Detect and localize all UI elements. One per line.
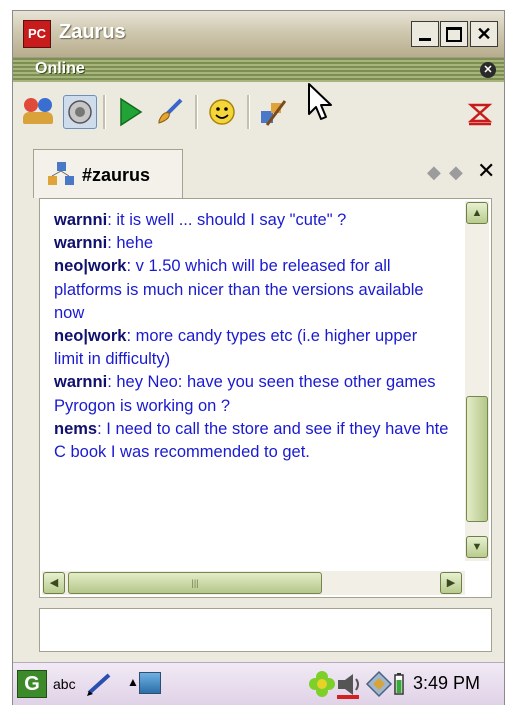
message-nick[interactable]: neo|work bbox=[54, 257, 126, 275]
horizontal-scrollbar[interactable]: ◀ ||| ▶ bbox=[42, 571, 465, 595]
status-bar: Online ✕ bbox=[13, 58, 504, 82]
message-list: warnni: it is well ... should I say "cut… bbox=[54, 209, 450, 464]
tab-label: #zaurus bbox=[82, 165, 151, 185]
message-nick[interactable]: warnni bbox=[54, 234, 107, 252]
close-icon: ✕ bbox=[476, 24, 492, 44]
device-frame: PC Zaurus ✕ Online ✕ #zaurus ◆ ◆ ✕ warnn… bbox=[12, 10, 505, 705]
chat-message: neo|work: more candy types etc (i.e high… bbox=[54, 325, 450, 371]
smiley-icon[interactable] bbox=[205, 95, 239, 129]
tab-next-icon[interactable]: ◆ bbox=[449, 162, 463, 183]
message-text: : it is well ... should I say "cute" ? bbox=[107, 211, 347, 229]
message-nick[interactable]: warnni bbox=[54, 373, 107, 391]
vertical-scroll-thumb[interactable] bbox=[466, 396, 488, 522]
toolbar-separator bbox=[195, 95, 198, 129]
minimize-button[interactable] bbox=[411, 21, 439, 47]
users-icon[interactable] bbox=[23, 95, 57, 129]
channel-icon bbox=[48, 162, 74, 185]
chat-message: warnni: hehe bbox=[54, 232, 450, 255]
tab-prev-icon[interactable]: ◆ bbox=[427, 162, 441, 183]
chat-view[interactable]: warnni: it is well ... should I say "cut… bbox=[39, 198, 492, 598]
window-title: Zaurus bbox=[59, 21, 126, 43]
title-bar: PC Zaurus ✕ bbox=[13, 11, 504, 58]
message-text: : hehe bbox=[107, 234, 154, 253]
taskbar: G abc ▲ 3:49 PM bbox=[13, 662, 504, 705]
clock[interactable]: 3:49 PM bbox=[413, 673, 480, 694]
message-nick[interactable]: neo|work bbox=[54, 327, 126, 345]
chat-message: neo|work: v 1.50 which will be released … bbox=[54, 255, 450, 325]
close-button[interactable]: ✕ bbox=[470, 21, 498, 47]
message-text: : I need to call the store and see if th… bbox=[54, 419, 449, 462]
scroll-left-button[interactable]: ◀ bbox=[43, 572, 65, 594]
speaker-icon[interactable] bbox=[63, 95, 97, 129]
maximize-button[interactable] bbox=[440, 21, 468, 47]
pen-icon[interactable] bbox=[85, 671, 115, 697]
chat-message: warnni: it is well ... should I say "cut… bbox=[54, 209, 450, 232]
minimize-icon bbox=[419, 38, 431, 41]
volume-icon[interactable] bbox=[335, 670, 365, 700]
status-close-button[interactable]: ✕ bbox=[480, 62, 496, 78]
toolbar bbox=[13, 83, 504, 141]
input-menu-arrow-icon[interactable]: ▲ bbox=[127, 675, 139, 689]
chat-message: nems: I need to call the store and see i… bbox=[54, 418, 450, 464]
message-nick[interactable]: nems bbox=[54, 420, 97, 438]
flower-icon[interactable] bbox=[307, 669, 337, 699]
toolbar-separator bbox=[103, 95, 106, 129]
brush-icon[interactable] bbox=[153, 95, 187, 129]
horizontal-scroll-thumb[interactable]: ||| bbox=[68, 572, 322, 594]
disconnect-icon[interactable] bbox=[463, 95, 497, 129]
message-text: : hey Neo: have you seen these other gam… bbox=[54, 373, 436, 415]
network-icon[interactable] bbox=[257, 95, 291, 129]
status-label: Online bbox=[35, 60, 85, 77]
tab-bar: #zaurus ◆ ◆ ✕ bbox=[13, 146, 504, 198]
chat-message: warnni: hey Neo: have you seen these oth… bbox=[54, 371, 450, 417]
message-input[interactable] bbox=[39, 608, 492, 652]
app-icon: PC bbox=[23, 20, 51, 48]
battery-icon[interactable] bbox=[393, 672, 405, 696]
tab-zaurus[interactable]: #zaurus bbox=[33, 149, 183, 198]
input-method-label[interactable]: abc bbox=[53, 676, 76, 692]
app-switcher-icon[interactable] bbox=[139, 672, 161, 694]
maximize-icon bbox=[446, 27, 462, 42]
scroll-right-button[interactable]: ▶ bbox=[440, 572, 462, 594]
scroll-down-button[interactable]: ▼ bbox=[466, 536, 488, 558]
tab-close-icon[interactable]: ✕ bbox=[477, 158, 495, 184]
vertical-scrollbar[interactable]: ▲ ▼ bbox=[465, 201, 489, 561]
start-button[interactable]: G bbox=[17, 670, 47, 698]
message-nick[interactable]: warnni bbox=[54, 211, 107, 229]
network-status-icon[interactable] bbox=[365, 670, 393, 698]
play-icon[interactable] bbox=[113, 95, 147, 129]
toolbar-separator bbox=[247, 95, 250, 129]
scroll-up-button[interactable]: ▲ bbox=[466, 202, 488, 224]
mouse-cursor-icon bbox=[308, 83, 332, 120]
